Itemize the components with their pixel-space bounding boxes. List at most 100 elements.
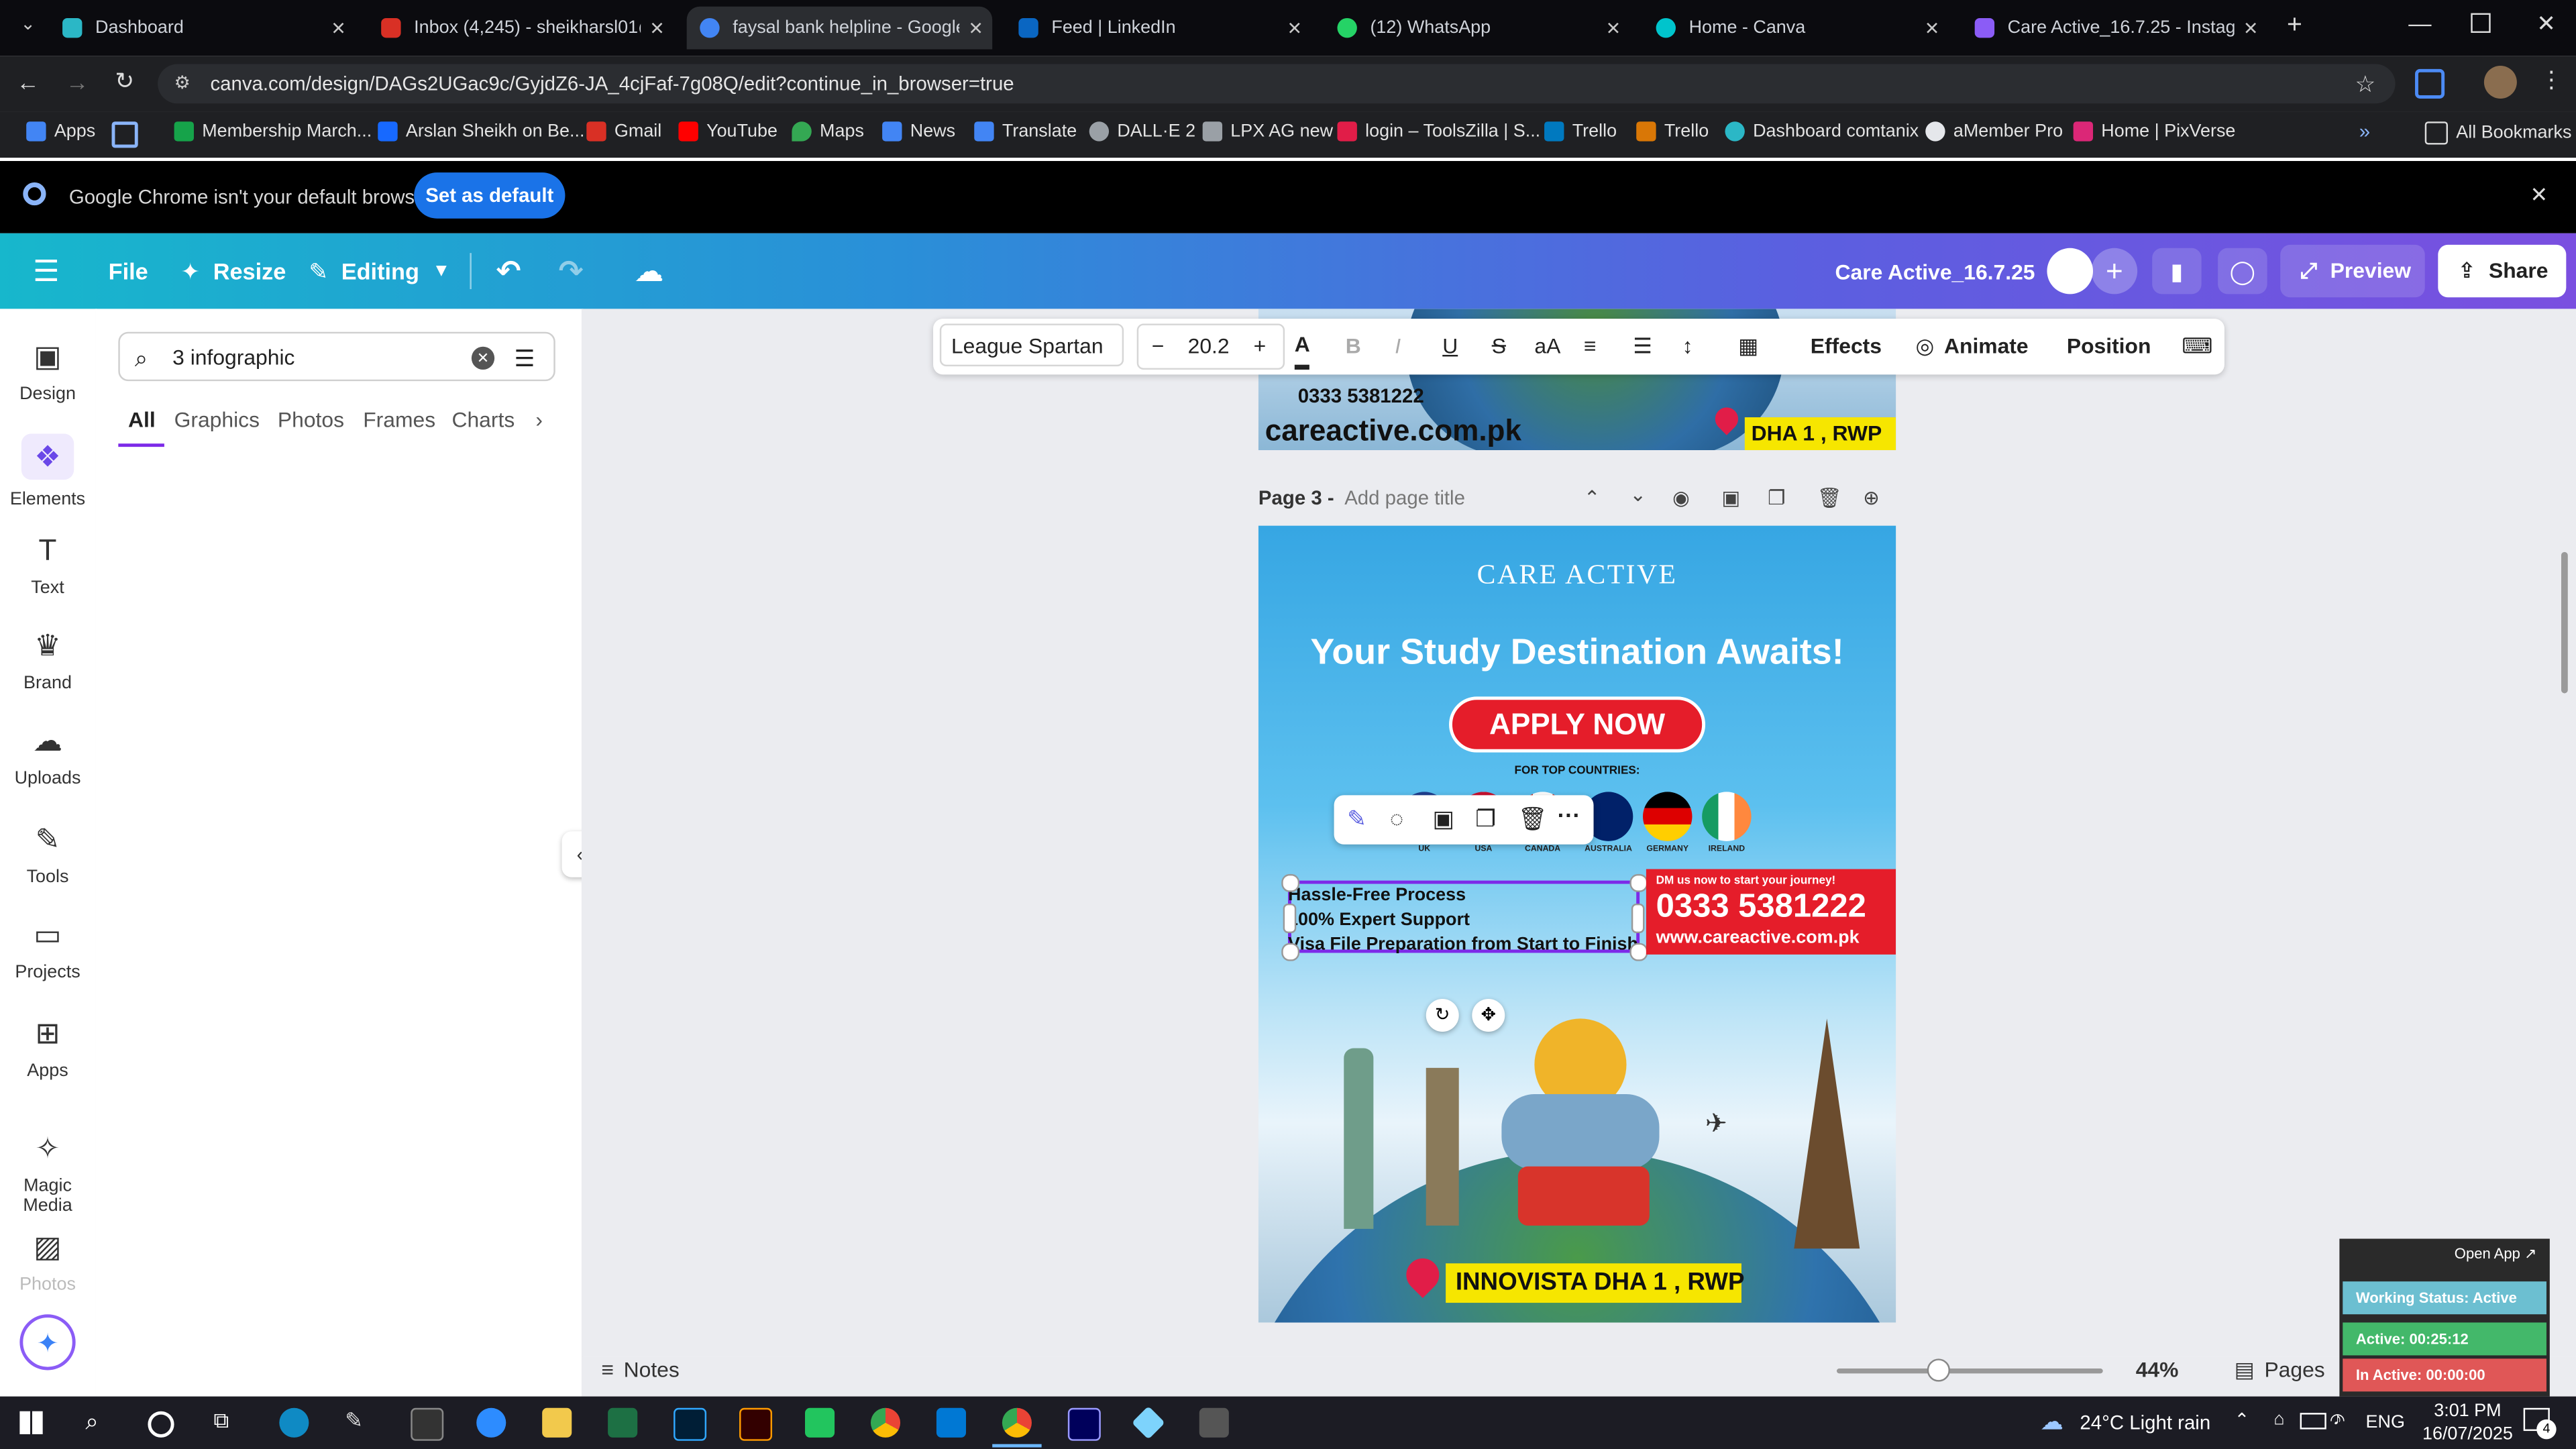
delete-icon[interactable]: 🗑	[1518, 805, 1548, 833]
clear-search-icon[interactable]: ✕	[471, 346, 495, 370]
plus-icon[interactable]: +	[1254, 325, 1267, 368]
browser-tab[interactable]: Inbox (4,245) - sheikharsl01@g✕	[368, 7, 674, 50]
zoom-slider-track[interactable]	[1836, 1368, 2103, 1374]
bookmark-item[interactable]: Gmail	[586, 121, 661, 142]
restore-button[interactable]	[2471, 13, 2491, 33]
hamburger-menu-icon[interactable]: ☰	[33, 233, 60, 309]
add-collaborator-button[interactable]: +	[2091, 248, 2138, 294]
tabs-scroll-right-icon[interactable]: ›	[535, 407, 543, 432]
close-icon[interactable]: ✕	[1916, 17, 1949, 38]
clock-time[interactable]: 3:01 PM	[2422, 1401, 2514, 1421]
bookmark-item[interactable]: login – ToolsZilla | S...	[1337, 121, 1540, 142]
task-view-icon[interactable]: ⧉	[213, 1408, 229, 1434]
move-handle-icon[interactable]: ✥	[1472, 998, 1505, 1032]
rail-text[interactable]: T Text	[0, 532, 95, 598]
extensions-icon[interactable]	[2415, 68, 2445, 99]
font-size-value[interactable]: 20.2	[1188, 325, 1230, 368]
tab-photos[interactable]: Photos	[278, 407, 344, 432]
bookmark-item[interactable]: LPX AG new	[1202, 121, 1333, 142]
close-icon[interactable]: ✕	[959, 17, 992, 38]
rail-design[interactable]: ▣ Design	[0, 338, 95, 405]
editing-mode-button[interactable]: ✎ Editing ▼	[309, 233, 450, 309]
back-arrow-icon[interactable]: ←	[16, 69, 39, 95]
windows-start-icon[interactable]	[19, 1411, 43, 1434]
letter-case-icon[interactable]: aA	[1534, 319, 1560, 374]
file-menu[interactable]: File	[109, 233, 148, 309]
minus-icon[interactable]: −	[1152, 325, 1165, 368]
rail-apps[interactable]: ⊞ Apps	[0, 1015, 95, 1081]
filter-sliders-icon[interactable]: ☰	[515, 333, 535, 382]
font-family-select[interactable]: League Spartan	[939, 323, 1124, 367]
rail-uploads[interactable]: ☁ Uploads	[0, 723, 95, 789]
minimize-button[interactable]: —	[2408, 10, 2431, 36]
pen-tool-icon[interactable]: ✎	[345, 1408, 374, 1438]
document-title[interactable]: Care Active_16.7.25	[1835, 233, 2035, 309]
bookmark-item[interactable]: YouTube	[678, 121, 777, 142]
browser-tab-active[interactable]: Home - Canva ✕	[1643, 7, 1949, 50]
zoom-slider-thumb[interactable]	[1927, 1358, 1950, 1382]
chevron-up-icon[interactable]: ⌃	[1584, 486, 1601, 509]
volume-icon[interactable]: ♪	[2333, 1409, 2342, 1429]
page-title-input[interactable]: Add page title	[1344, 486, 1465, 509]
url-field[interactable]: ⚙ canva.com/design/DAGs2UGac9c/GyjdZ6-JA…	[158, 64, 2396, 104]
magic-edit-icon[interactable]: ✎	[1347, 805, 1366, 833]
forward-arrow-icon[interactable]: →	[66, 69, 89, 95]
close-icon[interactable]: ✕	[641, 17, 674, 38]
terminal-icon[interactable]	[411, 1407, 444, 1441]
duplicate-page-icon[interactable]: ❐	[1768, 486, 1785, 509]
close-icon[interactable]: ✕	[322, 17, 355, 38]
tab-charts[interactable]: Charts	[451, 407, 515, 432]
poster-page[interactable]: CARE ACTIVE Your Study Destination Await…	[1258, 525, 1896, 1323]
calculator-icon[interactable]	[1199, 1407, 1229, 1438]
cloud-saved-icon[interactable]: ☁	[634, 233, 663, 309]
rail-photos[interactable]: ▨ Photos	[0, 1229, 95, 1295]
photoshop-icon[interactable]	[674, 1407, 707, 1441]
chevron-down-icon[interactable]: ⌄	[1629, 483, 1646, 506]
excel-icon[interactable]	[608, 1407, 638, 1438]
delete-page-icon[interactable]: 🗑	[1817, 486, 1842, 509]
clock-date[interactable]: 16/07/2025	[2418, 1424, 2517, 1444]
insights-chart-icon[interactable]: ▮	[2152, 248, 2202, 294]
weather-text[interactable]: 24°C Light rain	[2080, 1411, 2210, 1434]
magic-assistant-button[interactable]: ✦	[19, 1314, 76, 1371]
tab-groups-icon[interactable]	[111, 121, 138, 148]
text-color-icon[interactable]: A	[1294, 325, 1310, 370]
avatar[interactable]	[2047, 248, 2094, 294]
bookmark-item[interactable]: Translate	[974, 121, 1077, 142]
hide-page-icon[interactable]: ◉	[1672, 486, 1690, 509]
bookmark-item[interactable]: Arslan Sheikh on Be...	[378, 121, 584, 142]
profile-avatar[interactable]	[2483, 65, 2517, 99]
lock-icon[interactable]: ▣	[1722, 486, 1741, 509]
close-icon[interactable]: ✕	[1597, 17, 1629, 38]
zoom-app-icon[interactable]	[476, 1407, 506, 1438]
spacing-icon[interactable]: ↕	[1682, 319, 1693, 374]
tray-chevron-icon[interactable]: ⌃	[2235, 1409, 2250, 1431]
bookmark-item[interactable]: aMember Pro	[1925, 121, 2063, 142]
language-indicator[interactable]: ENG	[2366, 1413, 2405, 1432]
bookmark-star-icon[interactable]: ☆	[2355, 64, 2375, 104]
add-page-icon[interactable]: ⊕	[1863, 486, 1880, 509]
cortana-icon[interactable]	[148, 1411, 174, 1438]
tab-search-button[interactable]: ⌄	[13, 13, 43, 43]
rail-magic-media[interactable]: ✧ Magic Media	[0, 1130, 95, 1216]
premiere-icon[interactable]	[1067, 1407, 1101, 1441]
align-left-icon[interactable]: ≡	[1584, 319, 1597, 374]
bookmark-item[interactable]: Dashboard comtanix	[1725, 121, 1919, 142]
resize-button[interactable]: ✦ Resize	[180, 233, 286, 309]
effects-button[interactable]: Effects	[1811, 319, 1882, 374]
share-button[interactable]: ⇪ Share	[2438, 244, 2567, 298]
animate-button[interactable]: ◎ Animate	[1916, 319, 2029, 374]
redo-icon[interactable]: ↷	[559, 233, 584, 309]
pages-button[interactable]: ▤ Pages	[2235, 1357, 2325, 1383]
open-app-link[interactable]: Open App ↗	[2455, 1245, 2537, 1263]
new-tab-button[interactable]: +	[2287, 11, 2302, 41]
zoom-level[interactable]: 44%	[2136, 1357, 2179, 1382]
bookmark-item[interactable]: DALL·E 2	[1089, 121, 1195, 142]
strikethrough-icon[interactable]: S	[1492, 319, 1506, 374]
chrome-icon[interactable]	[870, 1407, 901, 1438]
bookmark-item[interactable]: News	[882, 121, 955, 142]
resize-handle[interactable]	[1629, 873, 1648, 892]
side-handle[interactable]	[1283, 903, 1297, 934]
battery-icon[interactable]	[2300, 1413, 2326, 1430]
bold-icon[interactable]: B	[1346, 319, 1361, 374]
